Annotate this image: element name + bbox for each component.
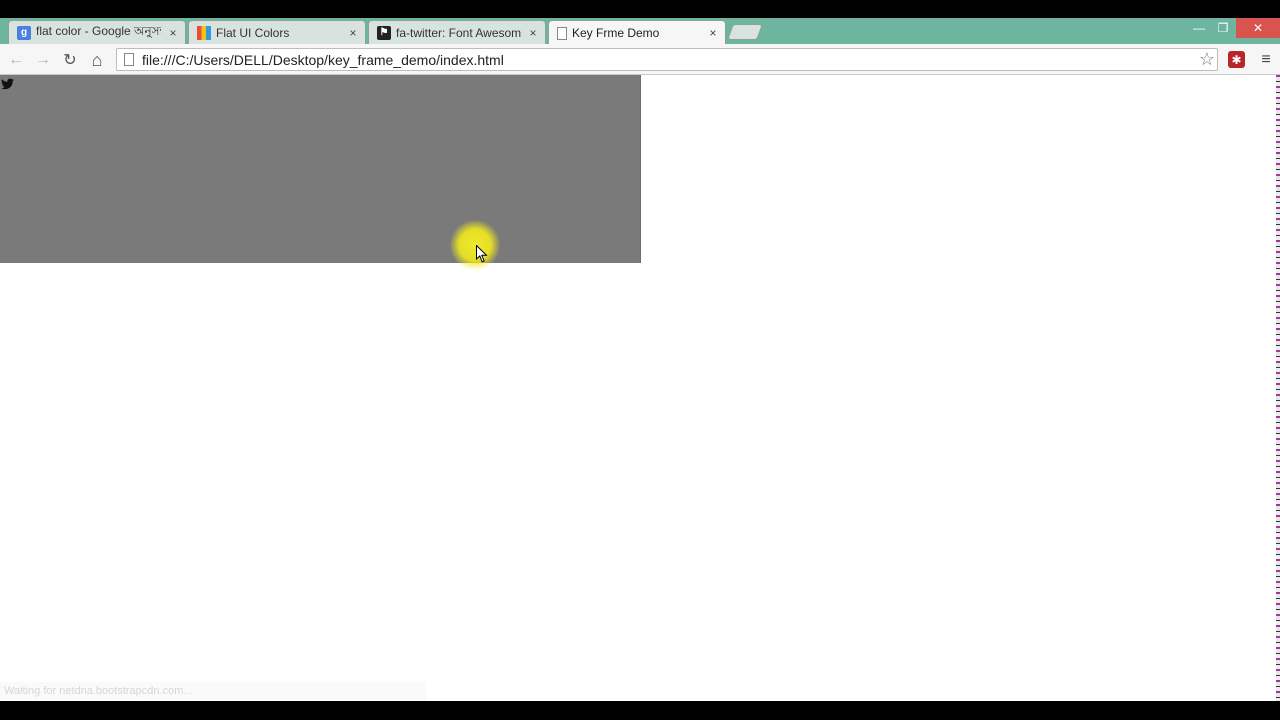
twitter-icon (1, 78, 14, 90)
forward-button[interactable]: → (32, 49, 54, 71)
tab-title: Flat UI Colors (216, 25, 290, 40)
reload-button[interactable]: ↻ (59, 49, 81, 71)
taskbar-strip (0, 701, 1280, 720)
browser-toolbar: ← → ↻ ⌂ ☆ ✱ ≡ (0, 44, 1280, 75)
minimize-button[interactable]: — (1186, 18, 1212, 38)
back-button[interactable]: ← (5, 49, 27, 71)
tab-strip: g flat color - Google অনুসন্ধান × Flat U… (0, 18, 1280, 45)
address-input[interactable] (142, 49, 1217, 70)
google-icon: g (17, 25, 31, 40)
tab-title: fa-twitter: Font Awesome (396, 25, 521, 40)
bookmark-star-icon[interactable]: ☆ (1196, 48, 1218, 70)
close-icon[interactable]: × (347, 26, 359, 40)
page-viewport: Waiting for netdna.bootstrapcdn.com... (0, 75, 1276, 701)
close-icon[interactable]: × (527, 26, 539, 40)
tab-title: flat color - Google অনুসন্ধান (36, 23, 161, 38)
home-button[interactable]: ⌂ (86, 49, 108, 71)
new-tab-button[interactable] (727, 24, 763, 40)
cursor-highlight (450, 220, 500, 270)
close-icon[interactable]: × (167, 26, 179, 40)
mouse-cursor-icon (476, 245, 488, 263)
scrollbar[interactable] (1276, 75, 1280, 701)
extension-icon[interactable]: ✱ (1228, 51, 1245, 68)
font-awesome-icon: ⚑ (377, 25, 391, 40)
address-bar[interactable] (116, 48, 1218, 71)
close-icon[interactable]: × (707, 26, 719, 40)
status-bubble: Waiting for netdna.bootstrapcdn.com... (0, 682, 426, 700)
animated-box (0, 75, 641, 263)
restore-button[interactable]: ❐ (1210, 18, 1236, 38)
tab-key-frame-demo[interactable]: Key Frme Demo × (548, 20, 726, 45)
page-icon (557, 26, 567, 40)
menu-icon[interactable]: ≡ (1256, 49, 1276, 71)
close-window-button[interactable]: ✕ (1236, 18, 1280, 38)
tab-google-search[interactable]: g flat color - Google অনুসন্ধান × (8, 20, 186, 44)
tab-font-awesome[interactable]: ⚑ fa-twitter: Font Awesome × (368, 20, 546, 44)
tab-flat-ui-colors[interactable]: Flat UI Colors × (188, 20, 366, 44)
page-icon (124, 53, 134, 66)
browser-window: g flat color - Google অনুসন্ধান × Flat U… (0, 0, 1280, 720)
flat-ui-colors-icon (197, 25, 211, 40)
tab-title: Key Frme Demo (572, 26, 660, 40)
